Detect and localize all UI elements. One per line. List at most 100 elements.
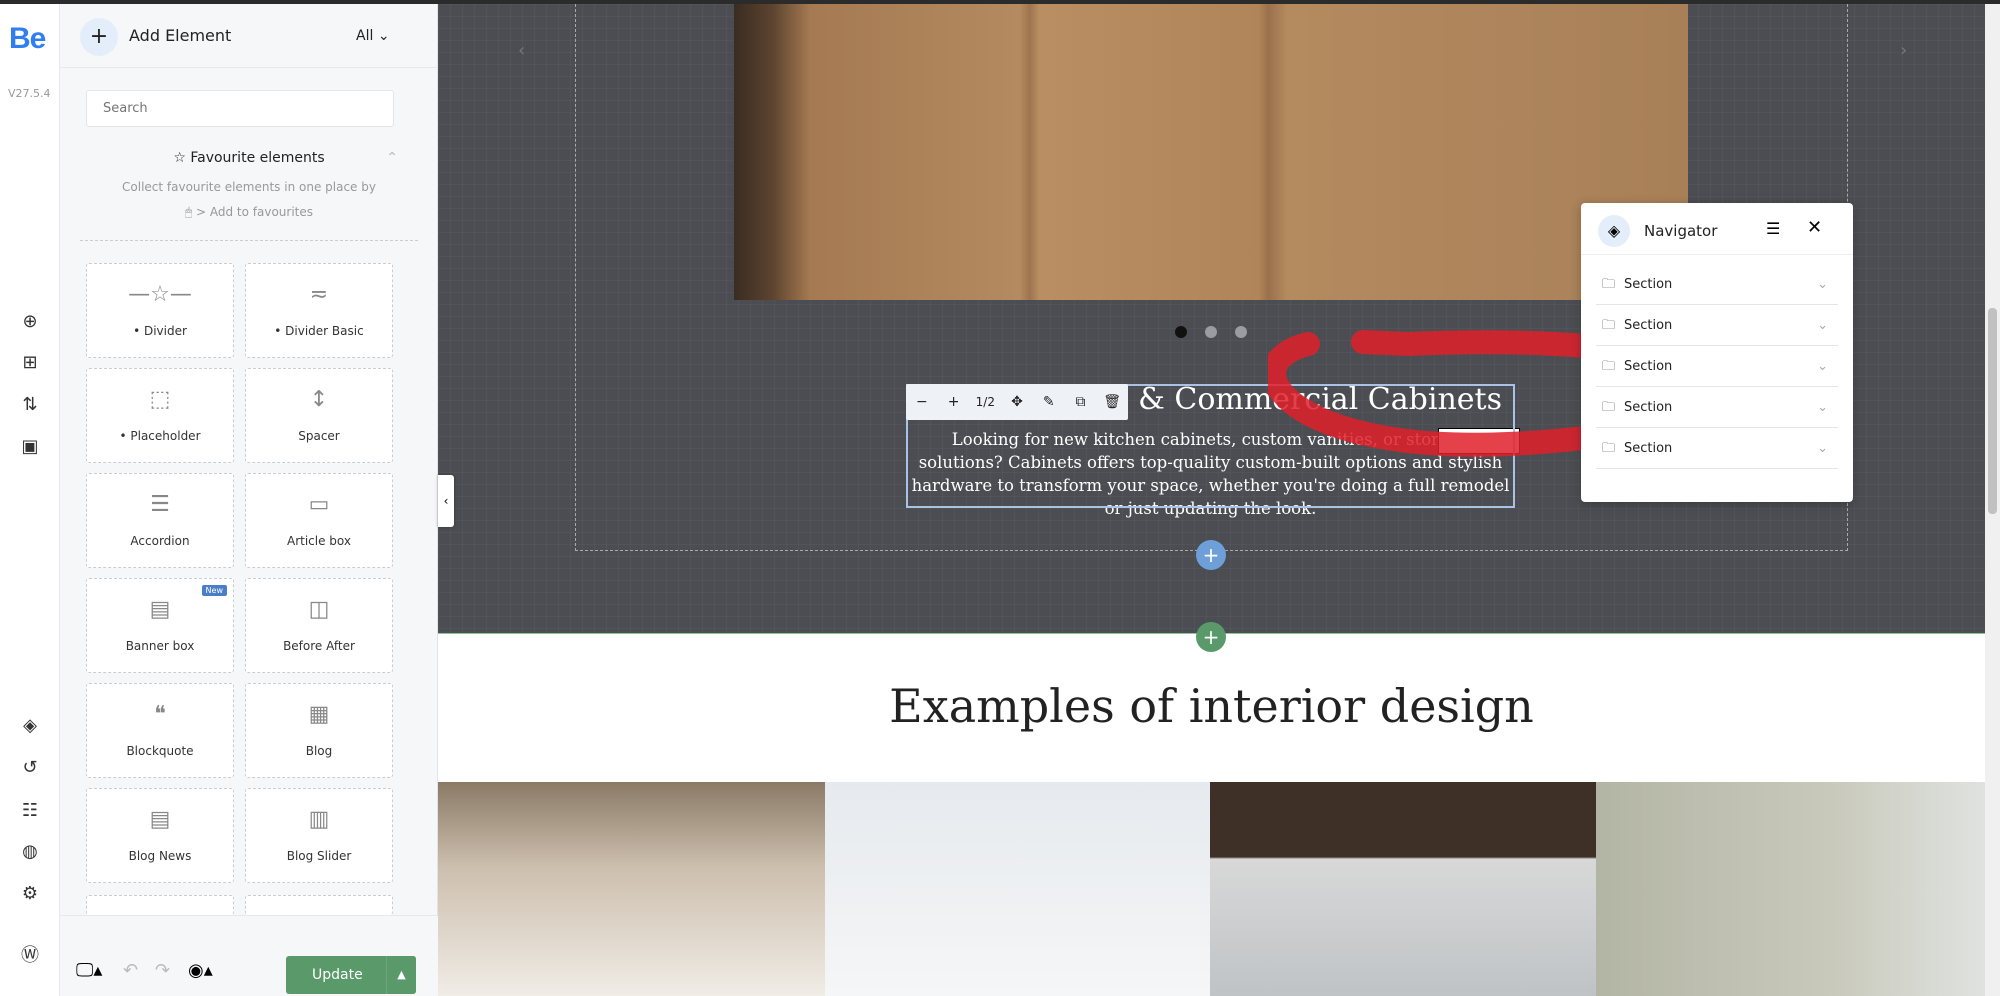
element-card[interactable]: ▭ Article box — [245, 473, 393, 568]
slider-next-icon[interactable]: › — [1900, 40, 1907, 61]
element-card[interactable]: ▤ Banner box New — [86, 578, 234, 673]
gear-icon[interactable]: ⚙ — [18, 882, 42, 906]
element-card[interactable]: ❝ Blockquote — [86, 683, 234, 778]
folder-icon: 🗀 — [1602, 359, 1616, 374]
element-card[interactable]: ↕ Spacer — [245, 368, 393, 463]
element-card[interactable]: ▥ Blog Slider — [245, 788, 393, 883]
history-icon[interactable]: ↺ — [18, 756, 42, 780]
chevron-down-icon[interactable]: ⌄ — [1817, 429, 1828, 469]
element-label: Blockquote — [126, 744, 194, 758]
collapse-all-icon[interactable]: ☰ — [1766, 219, 1780, 238]
element-icon: ▭ — [308, 492, 330, 517]
navigator-header: ◈ Navigator ☰ ✕ — [1581, 203, 1853, 255]
filter-dropdown[interactable]: All ⌄ — [356, 28, 390, 44]
navigator-item[interactable]: 🗀 Section ⌄ — [1596, 429, 1838, 469]
element-label: Blog Slider — [286, 849, 352, 863]
navigator-panel: ◈ Navigator ☰ ✕ 🗀 Section ⌄ 🗀 Section ⌄ 🗀 Secti… — [1581, 203, 1853, 502]
increase-size-button[interactable]: + — [938, 394, 970, 410]
add-section-button[interactable]: + — [1196, 622, 1226, 652]
add-wrap-button[interactable]: + — [1196, 540, 1226, 570]
navigator-item-label: Section — [1624, 359, 1673, 374]
element-label: Banner box — [125, 639, 195, 653]
navigator-item-label: Section — [1624, 277, 1673, 292]
favourites-title-label: Favourite elements — [190, 150, 325, 166]
add-element-panel: + Add Element All ⌄ ☆ Favourite elements… — [60, 4, 438, 996]
scrollbar-thumb[interactable] — [1988, 308, 1997, 514]
divider — [80, 240, 418, 241]
layers-icon: ◈ — [1598, 215, 1630, 247]
move-icon[interactable]: ✥ — [1001, 394, 1033, 410]
element-card[interactable]: ☰ Accordion — [86, 473, 234, 568]
layers-icon[interactable]: ◈ — [18, 714, 42, 738]
element-label: • Divider — [133, 324, 187, 338]
size-value: 1/2 — [975, 395, 995, 409]
navigator-item[interactable]: 🗀 Section ⌄ — [1596, 347, 1838, 387]
section-heading[interactable]: Examples of interior design — [438, 679, 1985, 733]
element-icon: ↕ — [309, 387, 329, 412]
template-icon[interactable]: ▣ — [18, 435, 42, 459]
chevron-down-icon[interactable]: ⌄ — [1817, 388, 1828, 428]
chevron-down-icon: ⌄ — [377, 28, 390, 44]
favourites-title[interactable]: ☆ Favourite elements ⌃ — [60, 150, 438, 166]
chevron-down-icon[interactable]: ⌄ — [1817, 347, 1828, 387]
favourites-desc: Collect favourite elements in one place … — [122, 180, 376, 194]
sort-icon[interactable]: ⇅ — [18, 393, 42, 417]
folder-icon: 🗀 — [1602, 318, 1616, 333]
layout-icon[interactable]: ⊞ — [18, 351, 42, 375]
folder-icon: 🗀 — [1602, 400, 1616, 415]
navigator-item-label: Section — [1624, 441, 1673, 456]
preview-icon[interactable]: ◉▴ — [188, 960, 213, 981]
element-toolbar: − + 1/2 ✥ ✎ ⧉ 🗑 — [906, 384, 1128, 420]
decrease-size-button[interactable]: − — [906, 394, 938, 410]
panel-title: Add Element — [129, 26, 232, 45]
navigator-item[interactable]: 🗀 Section ⌄ — [1596, 306, 1838, 346]
search-input[interactable] — [86, 90, 394, 127]
wordpress-icon[interactable]: Ⓦ — [18, 944, 42, 968]
element-card[interactable]: ◫ Before After — [245, 578, 393, 673]
element-card[interactable]: ≂ • Divider Basic — [245, 263, 393, 358]
collapse-panel-handle[interactable]: ‹ — [438, 475, 454, 527]
chevron-down-icon[interactable]: ⌄ — [1817, 306, 1828, 346]
be-logo[interactable]: Be — [9, 22, 46, 56]
interior-image-2 — [825, 782, 1210, 996]
navigator-item[interactable]: 🗀 Section ⌄ — [1596, 265, 1838, 305]
chevron-down-icon[interactable]: ⌄ — [1817, 265, 1828, 305]
panel-header: + Add Element All ⌄ — [60, 4, 438, 68]
element-card[interactable]: ⬚ • Placeholder — [86, 368, 234, 463]
update-options-button[interactable]: ▲ — [386, 956, 416, 994]
element-icon: ▦ — [308, 702, 330, 727]
add-icon[interactable]: ⊕ — [18, 310, 42, 334]
close-icon[interactable]: ✕ — [1807, 217, 1822, 238]
plus-icon[interactable]: + — [80, 18, 118, 56]
element-label: • Placeholder — [119, 429, 201, 443]
sliders-icon[interactable]: ☷ — [18, 799, 42, 823]
element-label: Blog — [305, 744, 333, 758]
element-card-partial[interactable] — [245, 895, 393, 915]
redo-icon[interactable]: ↷ — [155, 960, 170, 981]
interior-image-4 — [1596, 782, 1985, 996]
interior-image-1 — [438, 782, 825, 996]
slider-prev-icon[interactable]: ‹ — [518, 40, 525, 61]
navigator-item-label: Section — [1624, 400, 1673, 415]
chevron-up-icon[interactable]: ⌃ — [386, 150, 398, 166]
navigator-item[interactable]: 🗀 Section ⌄ — [1596, 388, 1838, 428]
duplicate-icon[interactable]: ⧉ — [1065, 394, 1097, 410]
element-icon: ≂ — [309, 282, 329, 307]
element-icon: ◫ — [308, 597, 330, 622]
interior-image-3 — [1210, 782, 1596, 996]
edit-icon[interactable]: ✎ — [1033, 394, 1065, 410]
trash-icon[interactable]: 🗑 — [1096, 394, 1128, 410]
globe-icon[interactable]: ◍ — [18, 840, 42, 864]
scrollbar[interactable] — [1985, 4, 2000, 996]
element-card[interactable]: ▦ Blog — [245, 683, 393, 778]
undo-icon[interactable]: ↶ — [123, 960, 138, 981]
element-card[interactable]: ▤ Blog News — [86, 788, 234, 883]
element-card-partial[interactable] — [86, 895, 234, 915]
element-card[interactable]: —☆— • Divider — [86, 263, 234, 358]
desktop-view-icon[interactable]: 🖵▴ — [76, 960, 102, 981]
navigator-item-label: Section — [1624, 318, 1673, 333]
panel-footer: 🖵▴ ↶ ↷ ◉▴ Update ▲ — [60, 915, 438, 996]
element-icon: ☰ — [150, 492, 170, 517]
filter-value: All — [356, 28, 374, 44]
element-icon: ▤ — [149, 597, 171, 622]
